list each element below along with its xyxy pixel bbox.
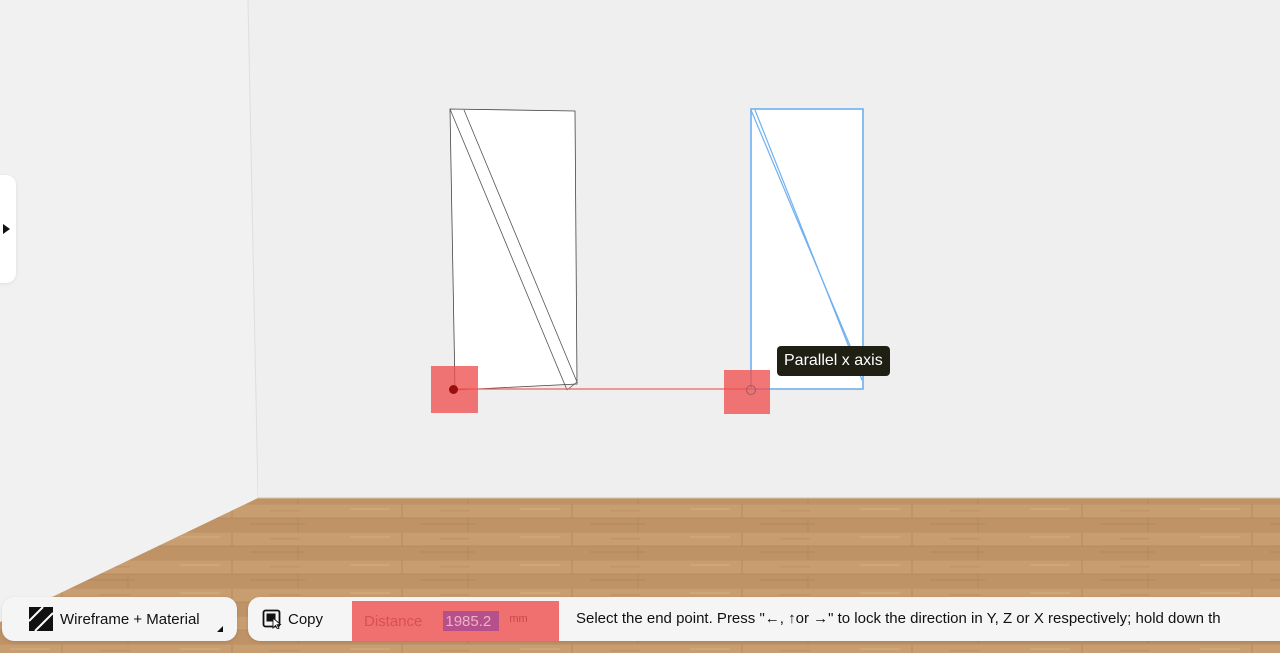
end-point-dot — [746, 385, 756, 395]
start-point-dot — [449, 385, 458, 394]
snap-tooltip: Parallel x axis — [777, 346, 890, 376]
distance-field[interactable]: Distance mm — [352, 601, 559, 641]
panel-object-left — [449, 108, 578, 391]
3d-viewport[interactable]: Parallel x axis Wireframe + Material Cop… — [0, 0, 1280, 653]
bottom-toolbar: Wireframe + Material Copy Distance mm Se… — [0, 597, 1280, 643]
distance-input[interactable] — [443, 611, 500, 631]
render-mode-label: Wireframe + Material — [60, 610, 200, 628]
wireframe-material-icon — [29, 607, 53, 631]
copy-label: Copy — [288, 610, 324, 628]
command-bar: Copy Distance mm Select the end point. P… — [248, 597, 1280, 641]
side-panel-toggle[interactable] — [0, 175, 16, 283]
copy-button[interactable]: Copy — [248, 597, 338, 641]
end-point-marker[interactable] — [724, 370, 770, 414]
triangle-right-icon — [3, 224, 10, 234]
distance-label: Distance — [364, 612, 423, 630]
render-mode-dropdown[interactable]: Wireframe + Material — [2, 597, 237, 641]
scene-canvas[interactable] — [0, 0, 1280, 653]
distance-unit: mm — [509, 613, 528, 625]
status-hint-text: Select the end point. Press "←, ↑or →" t… — [576, 610, 1221, 627]
copy-cursor-icon — [262, 609, 282, 629]
dropdown-corner-icon — [217, 626, 223, 632]
start-point-marker[interactable] — [431, 366, 478, 413]
